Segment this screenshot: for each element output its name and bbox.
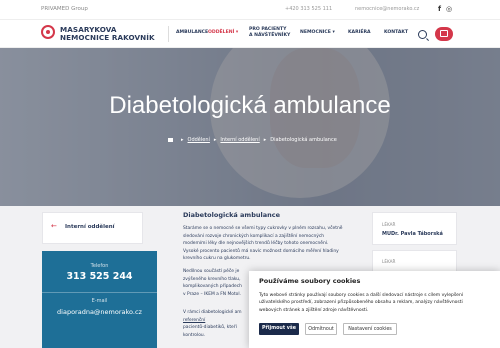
reject-button[interactable]: Odmítnout (305, 323, 337, 335)
search-icon[interactable] (418, 30, 427, 39)
topbar-phone[interactable]: +420 313 525 111 (285, 6, 332, 12)
group-selector[interactable]: PRIVAMED Group (41, 6, 88, 12)
back-to-department-link[interactable]: ← Interní oddělení (42, 212, 143, 244)
nav-kontakt[interactable]: KONTAKT (384, 30, 408, 36)
top-bar: PRIVAMED Group +420 313 525 111 nemocnic… (0, 0, 500, 20)
doctor-card[interactable]: LÉKAŘ MUDr. Pavla Táborská (372, 212, 457, 245)
cookie-title: Používáme soubory cookies (259, 277, 361, 285)
contact-email[interactable]: diaporadna@nemorako.cz (42, 308, 157, 316)
doctor-name: MUDr. Pavla Táborská (382, 231, 443, 237)
cookie-settings-button[interactable]: Nastavení cookies (343, 323, 397, 335)
nav-kariera[interactable]: KARIÉRA (348, 30, 371, 36)
logo-text[interactable]: MASARYKOVA NEMOCNICE RAKOVNÍK (60, 26, 155, 42)
breadcrumb-current: Diabetologická ambulance (270, 137, 337, 143)
breadcrumb: ▸ Oddělení ▸ Interní oddělení ▸ Diabetologick… (168, 137, 337, 143)
basket-button[interactable] (435, 27, 453, 41)
reference-paragraph: V rámci diabetologické am referenční pac… (183, 310, 242, 338)
main-header: MASARYKOVA NEMOCNICE RAKOVNÍK AMBULANCE … (0, 20, 500, 48)
cookie-text: Tyto webové stránky používají soubory co… (259, 293, 464, 313)
breadcrumb-interni[interactable]: Interní oddělení (220, 137, 259, 143)
section-title: Diabetologická ambulance (183, 211, 280, 219)
care-paragraph: Nedílnou součástí péče je zvýšeného krev… (183, 269, 242, 297)
contact-card: Telefon 313 525 244 E-mail diaporadna@ne… (42, 251, 157, 348)
nav-nemocnice[interactable]: NEMOCNICE ▾ (300, 30, 335, 36)
doctor-card[interactable]: LÉKAŘ (372, 250, 457, 272)
breadcrumb-oddeleni[interactable]: Oddělení (188, 137, 210, 143)
cookie-banner: Používáme soubory cookies Tyto webové st… (249, 271, 500, 348)
intro-paragraph: Staráme se o nemocné se všemi typy cukro… (183, 226, 343, 262)
hero-banner: Diabetologická ambulance ▸ Oddělení ▸ Inter… (0, 48, 500, 206)
instagram-icon[interactable]: ◎ (446, 5, 452, 13)
basket-icon (440, 30, 448, 37)
nav-divider (168, 26, 169, 42)
home-icon[interactable] (168, 137, 173, 142)
nav-pro-pacienty[interactable]: PRO PACIENTY A NÁVŠTĚVNÍKY (249, 27, 290, 38)
nav-ambulance[interactable]: AMBULANCE (176, 30, 208, 36)
arrow-left-icon: ← (51, 222, 57, 230)
facebook-icon[interactable]: f (438, 5, 441, 13)
contact-phone[interactable]: 313 525 244 (42, 271, 157, 282)
page-title: Diabetologická ambulance (109, 92, 391, 119)
topbar-email[interactable]: nemocnice@nemorako.cz (355, 6, 419, 12)
reference-link[interactable]: referenční (183, 317, 242, 325)
nav-oddeleni[interactable]: ODDĚLENÍ ▾ (208, 30, 238, 36)
logo-icon[interactable] (41, 25, 55, 39)
accept-all-button[interactable]: Přijmout vše (259, 323, 299, 335)
